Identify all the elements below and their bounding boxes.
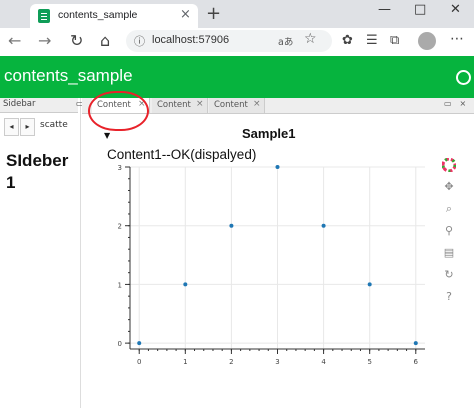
box-zoom-icon[interactable]: ⌕ bbox=[442, 202, 456, 216]
y-tick-label: 1 bbox=[118, 281, 122, 289]
scatter-point bbox=[413, 341, 418, 346]
read-aloud-icon[interactable]: aあ bbox=[278, 34, 293, 48]
sidebar-tab[interactable]: Sidebar bbox=[0, 98, 78, 113]
x-tick-label: 5 bbox=[367, 358, 371, 366]
scroll-right-button[interactable]: ▸ bbox=[20, 118, 35, 136]
status-circle-icon bbox=[456, 70, 471, 85]
x-tick-label: 2 bbox=[229, 358, 233, 366]
sidebar-subtab[interactable]: scatte bbox=[36, 116, 84, 134]
browser-tab[interactable]: contents_sample × bbox=[30, 4, 198, 28]
y-tick-label: 3 bbox=[118, 164, 122, 172]
sidebar-tab-label: Sidebar bbox=[3, 99, 36, 109]
app-title: contents_sample bbox=[4, 66, 133, 85]
x-tick-label: 4 bbox=[321, 358, 326, 366]
reload-icon[interactable]: ↻ bbox=[70, 31, 83, 50]
highlight-annotation bbox=[88, 91, 149, 131]
x-tick-label: 1 bbox=[183, 358, 187, 366]
collections-icon[interactable]: ⧉ bbox=[390, 33, 399, 48]
scatter-point bbox=[275, 165, 280, 169]
bokeh-logo-icon[interactable] bbox=[441, 157, 457, 173]
wheel-zoom-icon[interactable]: ⚲ bbox=[442, 224, 456, 238]
browser-tabstrip: contents_sample × + — □ ✕ bbox=[0, 0, 474, 28]
new-tab-button[interactable]: + bbox=[206, 3, 221, 24]
scroll-left-button[interactable]: ◂ bbox=[4, 118, 19, 136]
scatter-point bbox=[137, 341, 142, 346]
x-tick-label: 6 bbox=[414, 358, 419, 366]
scatter-point bbox=[321, 223, 326, 228]
sidebar-heading: SIdeber 1 bbox=[6, 151, 69, 192]
x-tick-label: 0 bbox=[137, 358, 141, 366]
browser-toolbar: ← → ↻ ⌂ ⓘ localhost:57906 aあ ☆ ✿ ☰ ⧉ ⋯ bbox=[0, 28, 474, 57]
content-area: Content × Content × Content × ▭× 0123456… bbox=[82, 98, 474, 408]
site-info-icon[interactable]: ⓘ bbox=[134, 33, 145, 49]
y-tick-label: 2 bbox=[118, 223, 122, 231]
profile-avatar[interactable] bbox=[418, 32, 436, 50]
sheet-favicon-icon bbox=[38, 9, 50, 23]
address-text[interactable]: localhost:57906 bbox=[152, 34, 229, 46]
extensions-icon[interactable]: ✿ bbox=[342, 33, 353, 48]
forward-arrow-icon[interactable]: → bbox=[38, 31, 51, 50]
plot-grid bbox=[130, 166, 425, 349]
save-icon[interactable]: ▤ bbox=[442, 246, 456, 260]
plot-title: Sample1 bbox=[242, 126, 296, 141]
menu-dots-icon[interactable]: ⋯ bbox=[450, 31, 464, 47]
x-tick-label: 3 bbox=[275, 358, 279, 366]
content-message: Content1--OK(dispalyed) bbox=[107, 147, 257, 162]
minimize-icon[interactable]: — bbox=[378, 2, 391, 17]
collapse-toggle-icon[interactable]: ▼ bbox=[104, 131, 110, 140]
maximize-icon[interactable]: □ bbox=[414, 2, 426, 17]
pan-icon[interactable]: ✥ bbox=[442, 180, 456, 194]
scatter-plot[interactable]: 0 1 2 3 4 5 6 0 1 2 3 bbox=[82, 98, 474, 408]
browser-tab-title: contents_sample bbox=[58, 9, 138, 21]
window-close-icon[interactable]: ✕ bbox=[450, 2, 461, 17]
scatter-point bbox=[229, 223, 234, 228]
scatter-point bbox=[183, 282, 188, 287]
address-bar[interactable]: ⓘ localhost:57906 aあ ☆ bbox=[126, 30, 332, 52]
home-icon[interactable]: ⌂ bbox=[100, 31, 110, 50]
help-icon[interactable]: ? bbox=[442, 290, 456, 304]
back-arrow-icon[interactable]: ← bbox=[8, 31, 21, 50]
y-tick-label: 0 bbox=[118, 340, 122, 348]
sidebar-panel: Sidebar ▭ ◂ ▸ scatte SIdeber 1 bbox=[0, 98, 84, 408]
tab-close-icon[interactable]: × bbox=[180, 7, 191, 22]
reset-icon[interactable]: ↻ bbox=[442, 268, 456, 282]
app-header: contents_sample bbox=[0, 56, 474, 98]
favorites-icon[interactable]: ☰ bbox=[366, 33, 378, 48]
plot-toolbar: ✥ ⌕ ⚲ ▤ ↻ ? bbox=[438, 157, 460, 308]
scatter-point bbox=[367, 282, 372, 287]
favorite-star-icon[interactable]: ☆ bbox=[304, 31, 317, 47]
